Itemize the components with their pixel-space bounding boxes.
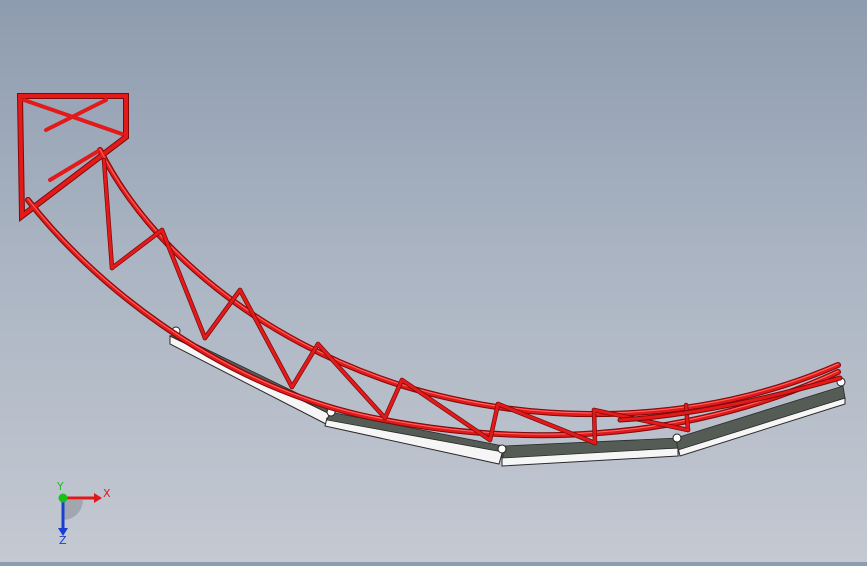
truss-structure[interactable] (16, 93, 843, 446)
web-member (110, 228, 164, 270)
web-member (290, 342, 320, 389)
x-axis-label: X (103, 487, 111, 500)
cad-viewport[interactable]: X Y Z (0, 0, 867, 562)
model-canvas[interactable]: X Y Z (0, 0, 867, 562)
web-member (684, 403, 690, 432)
web-member (592, 408, 597, 445)
z-axis-label: Z (59, 534, 67, 547)
web-member (160, 228, 207, 340)
pin-joint[interactable] (497, 444, 507, 454)
y-axis-label: Y (56, 480, 64, 493)
web-member (203, 288, 242, 340)
pin-joint[interactable] (672, 433, 682, 443)
support-shoe-2[interactable] (324, 411, 504, 465)
end-frame (17, 94, 128, 220)
axis-triad: X Y Z (56, 480, 111, 547)
web-member (102, 158, 114, 270)
